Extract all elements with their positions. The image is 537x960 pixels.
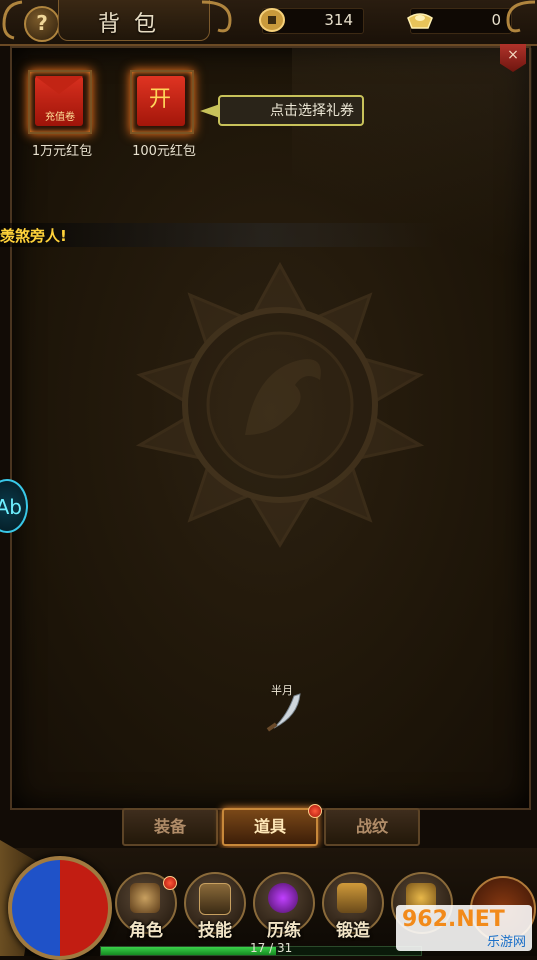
slot-badge: 充值卷 bbox=[45, 112, 75, 123]
inventory-tabs: 装备 道具 战纹 bbox=[0, 804, 537, 848]
menu-label: 技能 bbox=[198, 921, 232, 941]
gift-slot-red-packet[interactable]: 开 bbox=[130, 70, 194, 134]
ornament-curl-icon bbox=[506, 0, 536, 33]
open-badge: 开 bbox=[148, 87, 171, 112]
ornament-curl-icon bbox=[201, 0, 232, 33]
tab-war-pattern[interactable]: 战纹 bbox=[324, 808, 420, 846]
ornament-corner-icon bbox=[2, 0, 23, 40]
notification-dot bbox=[163, 876, 177, 890]
gift-label: 100元红包 bbox=[132, 144, 196, 159]
coin-counter: 314 bbox=[259, 8, 364, 34]
menu-skill-button[interactable]: 技能 bbox=[184, 872, 246, 941]
page-title: 背包 bbox=[97, 12, 170, 37]
menu-label: 锻造 bbox=[336, 921, 370, 941]
tab-label: 道具 bbox=[253, 817, 286, 836]
blade-icon bbox=[266, 693, 301, 732]
announcement-text: 羡煞旁人! bbox=[0, 227, 67, 245]
gift-slot-recharge[interactable]: 充值卷 bbox=[28, 70, 92, 134]
ingot-counter: 0 bbox=[407, 8, 512, 34]
menu-forge-button[interactable]: 锻造 bbox=[322, 872, 384, 941]
help-button[interactable]: ? bbox=[24, 6, 60, 42]
menu-training-button[interactable]: 历练 bbox=[253, 872, 315, 941]
gift-label: 1万元红包 bbox=[31, 144, 93, 159]
anvil-icon bbox=[337, 883, 367, 913]
select-voucher-tooltip[interactable]: 点击选择礼券 bbox=[218, 95, 364, 126]
dragon-emblem-icon bbox=[135, 261, 425, 548]
taiji-orb[interactable] bbox=[8, 856, 112, 960]
notification-dot bbox=[308, 804, 322, 818]
menu-label: 角色 bbox=[129, 921, 163, 941]
watermark-sub: 乐游网 bbox=[486, 935, 526, 950]
inventory-item-half-moon[interactable]: 半月 bbox=[262, 682, 312, 732]
watermark-main: 962.NET bbox=[402, 907, 505, 932]
experience-text: 17 / 31 bbox=[250, 941, 293, 955]
skill-book-icon bbox=[199, 883, 231, 915]
coin-icon bbox=[259, 8, 285, 32]
watermark-logo: 962.NET 乐游网 bbox=[396, 905, 532, 951]
title-plate: 背包 bbox=[58, 0, 210, 41]
helmet-icon bbox=[130, 883, 160, 913]
gold-ingot-icon bbox=[407, 13, 433, 29]
menu-label: 历练 bbox=[267, 921, 301, 941]
menu-character-button[interactable]: 角色 bbox=[115, 872, 177, 941]
tab-items[interactable]: 道具 bbox=[222, 804, 322, 846]
coin-value: 314 bbox=[324, 11, 353, 29]
purple-gem-icon bbox=[268, 883, 298, 913]
tab-equipment[interactable]: 装备 bbox=[122, 808, 218, 846]
